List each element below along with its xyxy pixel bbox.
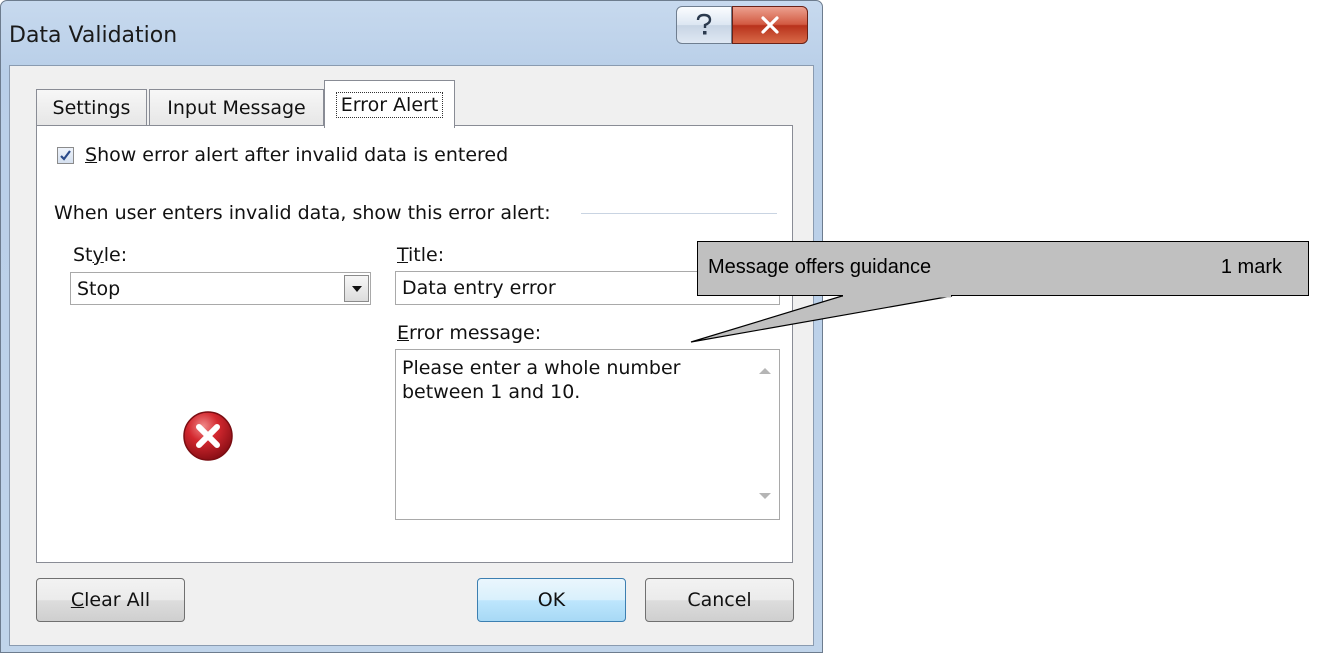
chevron-down-icon <box>351 285 362 292</box>
style-label: Style: <box>73 244 127 266</box>
show-label-rest: how error alert after invalid data is en… <box>97 144 509 166</box>
style-select[interactable]: Stop <box>70 272 371 305</box>
stop-error-icon <box>183 411 233 461</box>
style-mnemonic: y <box>92 244 104 266</box>
title-label-rest: itle: <box>408 244 445 266</box>
title-bar: Data Validation <box>1 1 822 65</box>
tab-input-message-label: Input Message <box>167 97 306 119</box>
tab-error-alert-label: Error Alert <box>335 91 444 118</box>
close-button[interactable] <box>732 6 808 44</box>
group-divider <box>581 213 777 214</box>
scroll-up-icon[interactable] <box>759 368 771 374</box>
tab-input-message[interactable]: Input Message <box>149 89 324 126</box>
clear-label-rest: lear All <box>84 589 151 611</box>
error-message-textarea[interactable]: Please enter a whole number between 1 an… <box>395 349 780 520</box>
dialog-client-area: Settings Input Message Error Alert Show … <box>9 65 814 646</box>
scroll-down-icon[interactable] <box>759 493 771 499</box>
show-error-alert-checkbox[interactable] <box>57 147 74 164</box>
show-error-alert-label[interactable]: Show error alert after invalid data is e… <box>85 144 508 166</box>
ok-button[interactable]: OK <box>477 578 626 622</box>
clear-all-button[interactable]: Clear All <box>36 578 185 622</box>
title-mnemonic: T <box>397 244 409 266</box>
error-message-scrollbar[interactable] <box>751 350 779 519</box>
error-message-label-rest: rror message: <box>409 322 542 344</box>
tab-settings[interactable]: Settings <box>36 89 147 126</box>
checkmark-icon <box>60 150 71 161</box>
style-select-value: Stop <box>77 278 121 300</box>
annotation-mark: 1 mark <box>1220 256 1282 278</box>
title-label: Title: <box>397 244 444 266</box>
tab-error-alert[interactable]: Error Alert <box>324 80 455 128</box>
show-mnemonic: S <box>85 144 98 166</box>
error-alert-panel: Show error alert after invalid data is e… <box>36 125 793 563</box>
help-button[interactable] <box>676 6 732 44</box>
tab-settings-label: Settings <box>52 97 131 119</box>
question-icon <box>696 13 712 35</box>
error-message-label: Error message: <box>397 322 541 344</box>
annotation-callout: Message offers guidance 1 mark <box>697 241 1309 296</box>
title-input-value: Data entry error <box>402 277 556 299</box>
close-x-icon <box>761 16 779 34</box>
error-message-text: Please enter a whole number between 1 an… <box>402 357 681 403</box>
clear-mnemonic: C <box>70 589 85 611</box>
annotation-text: Message offers guidance <box>708 256 932 278</box>
error-message-mnemonic: E <box>397 322 410 344</box>
style-label-pre: St <box>73 244 93 266</box>
window-title: Data Validation <box>9 23 178 48</box>
style-label-post: le: <box>103 244 128 266</box>
group-label: When user enters invalid data, show this… <box>54 202 551 224</box>
cancel-button[interactable]: Cancel <box>645 578 794 622</box>
style-dropdown-button[interactable] <box>344 275 369 302</box>
data-validation-dialog: Data Validation Settings Input Message E… <box>0 0 823 653</box>
